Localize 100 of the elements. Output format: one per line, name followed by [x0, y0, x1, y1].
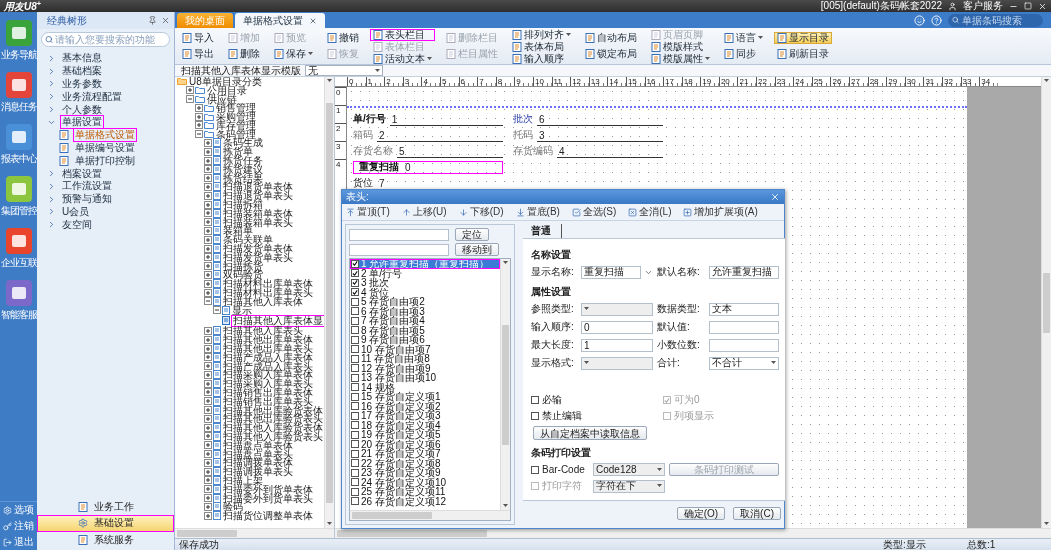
- checkbox[interactable]: [351, 297, 359, 306]
- list-item[interactable]: 23 存货自定义项9: [350, 468, 500, 478]
- expand-icon[interactable]: [204, 362, 212, 371]
- checkbox[interactable]: [351, 487, 359, 496]
- checkbox[interactable]: [351, 335, 359, 344]
- tree-item[interactable]: 拣货结果: [222, 173, 264, 183]
- toolbar-button[interactable]: 锁定布局: [582, 47, 640, 60]
- cancel-button[interactable]: 取消(C): [733, 506, 781, 520]
- nav-item[interactable]: 单据设置: [60, 115, 104, 130]
- tree-item[interactable]: 库存管理: [215, 120, 257, 130]
- tree-item[interactable]: 扫描其他出库单表体: [222, 335, 314, 345]
- scrollbar-thumb[interactable]: [352, 512, 432, 519]
- list-item[interactable]: 4 货位: [350, 287, 500, 297]
- expand-icon[interactable]: [204, 432, 212, 441]
- expand-icon[interactable]: [204, 388, 212, 397]
- nav-item[interactable]: 单据编号设置: [73, 141, 137, 155]
- checkbox[interactable]: [351, 259, 359, 268]
- tree-item[interactable]: 扫描发货单表体: [222, 244, 294, 254]
- list-item[interactable]: 15 存货自定义项1: [350, 392, 500, 402]
- tree-item[interactable]: 扫描其他入库表体显: [231, 314, 324, 327]
- list-item[interactable]: 9 存货自由项6: [350, 335, 500, 345]
- tree-item[interactable]: 扫描退货单表头: [222, 191, 294, 201]
- expand-icon[interactable]: [204, 406, 212, 415]
- form-field[interactable]: 箱码 2: [353, 129, 503, 142]
- tree-item[interactable]: 拣货单: [222, 147, 254, 157]
- tree-item[interactable]: 拣货任务: [222, 156, 264, 166]
- checkbox[interactable]: [351, 478, 359, 487]
- tree-item[interactable]: 扫描销售出库单表头: [222, 396, 314, 406]
- tree-item[interactable]: 扫描拆箱: [222, 200, 264, 210]
- list-item[interactable]: 17 存货自定义项3: [350, 411, 500, 421]
- toolbar-button[interactable]: 撤销: [324, 32, 362, 45]
- list-item[interactable]: 10 存货自由项7: [350, 344, 500, 354]
- toolbar-button[interactable]: 语言: [721, 32, 766, 45]
- input-field[interactable]: 文本: [709, 302, 779, 316]
- list-item[interactable]: 24 存货自定义项10: [350, 477, 500, 487]
- list-item[interactable]: 19 存货自定义项5: [350, 430, 500, 440]
- tree-item[interactable]: 扫描发货单表头: [222, 252, 294, 262]
- toolbar-button[interactable]: 表体布局: [509, 41, 574, 53]
- toolbar-button[interactable]: 上移(U): [401, 205, 447, 219]
- list-item[interactable]: 14 规格: [350, 382, 500, 392]
- dropdown-field[interactable]: 不合计: [709, 356, 779, 370]
- tree-item[interactable]: 扫描产成品入库表体: [222, 352, 314, 362]
- list-item[interactable]: 7 存货自由项4: [350, 316, 500, 326]
- scrollbar-thumb[interactable]: [502, 324, 509, 445]
- checkbox[interactable]: [351, 411, 359, 420]
- toolbar-button[interactable]: 自动布局: [582, 32, 640, 45]
- expand-icon[interactable]: [204, 379, 212, 388]
- toolbar-button[interactable]: 同步: [721, 47, 766, 60]
- expand-icon[interactable]: [204, 326, 212, 335]
- expand-icon[interactable]: [204, 191, 212, 200]
- nav-item[interactable]: 工作流设置: [60, 179, 114, 194]
- nav-item[interactable]: 基础档案: [60, 64, 104, 79]
- toolbar-button[interactable]: 导出: [179, 47, 217, 60]
- expand-icon[interactable]: [204, 450, 212, 459]
- checkbox[interactable]: [351, 326, 359, 335]
- nav-item[interactable]: 单据打印控制: [73, 153, 137, 168]
- checkbox[interactable]: [351, 288, 359, 297]
- nav-tab[interactable]: 系统服务: [37, 531, 174, 548]
- expand-icon[interactable]: [186, 86, 194, 95]
- chevron-right-icon[interactable]: [47, 53, 56, 63]
- expand-icon[interactable]: [195, 112, 203, 121]
- toolbar-button[interactable]: 全消(L): [628, 205, 672, 219]
- list-item[interactable]: 2 单/行号: [350, 268, 500, 278]
- tree-item[interactable]: 扫描调拨单表体: [222, 458, 294, 468]
- toolbar-button[interactable]: 置底(B): [515, 205, 560, 219]
- expand-icon[interactable]: [204, 414, 212, 423]
- scrollbar[interactable]: [1041, 77, 1051, 528]
- move-button[interactable]: 移动到: [455, 243, 499, 256]
- checkbox[interactable]: [351, 278, 359, 287]
- checkbox[interactable]: [351, 354, 359, 363]
- chevron-right-icon[interactable]: [47, 105, 56, 115]
- expand-icon[interactable]: [204, 335, 212, 344]
- tree-item[interactable]: 拣货建议: [222, 164, 264, 174]
- nav-tab[interactable]: 基础设置: [37, 515, 174, 532]
- checkbox[interactable]: [351, 459, 359, 468]
- rail-link[interactable]: 注销: [0, 518, 37, 534]
- expand-icon[interactable]: [204, 156, 212, 165]
- expand-icon[interactable]: [204, 511, 212, 520]
- nav-item[interactable]: 预警与通知: [60, 192, 114, 207]
- tree-item[interactable]: 扫描其他出库验货表体: [222, 405, 324, 415]
- expand-icon[interactable]: [204, 476, 212, 485]
- expand-icon[interactable]: [204, 288, 212, 297]
- list-item[interactable]: 18 存货自定义项4: [350, 420, 500, 430]
- checkbox[interactable]: [531, 396, 539, 404]
- collapse-icon[interactable]: [195, 130, 203, 139]
- app-icon[interactable]: [5, 72, 32, 98]
- tree-item[interactable]: 供应链: [206, 94, 238, 104]
- ok-button[interactable]: 确定(O): [676, 506, 726, 520]
- scrollbar-thumb[interactable]: [326, 102, 333, 503]
- expand-icon[interactable]: [204, 423, 212, 432]
- expand-icon[interactable]: [204, 138, 212, 147]
- toolbar-button[interactable]: 刷新目录: [774, 47, 832, 60]
- nav-item[interactable]: 档案设置: [60, 166, 104, 181]
- nav-item[interactable]: U会员: [60, 204, 92, 219]
- search-field[interactable]: 请输入您要搜索的功能: [41, 32, 170, 47]
- toolbar-button[interactable]: 模版属性: [648, 53, 713, 65]
- toolbar-button[interactable]: 下移(D): [458, 205, 504, 219]
- app-icon[interactable]: [5, 280, 32, 306]
- tree-item[interactable]: 扫描产成品入库表头: [222, 361, 314, 371]
- input-field[interactable]: [709, 338, 779, 352]
